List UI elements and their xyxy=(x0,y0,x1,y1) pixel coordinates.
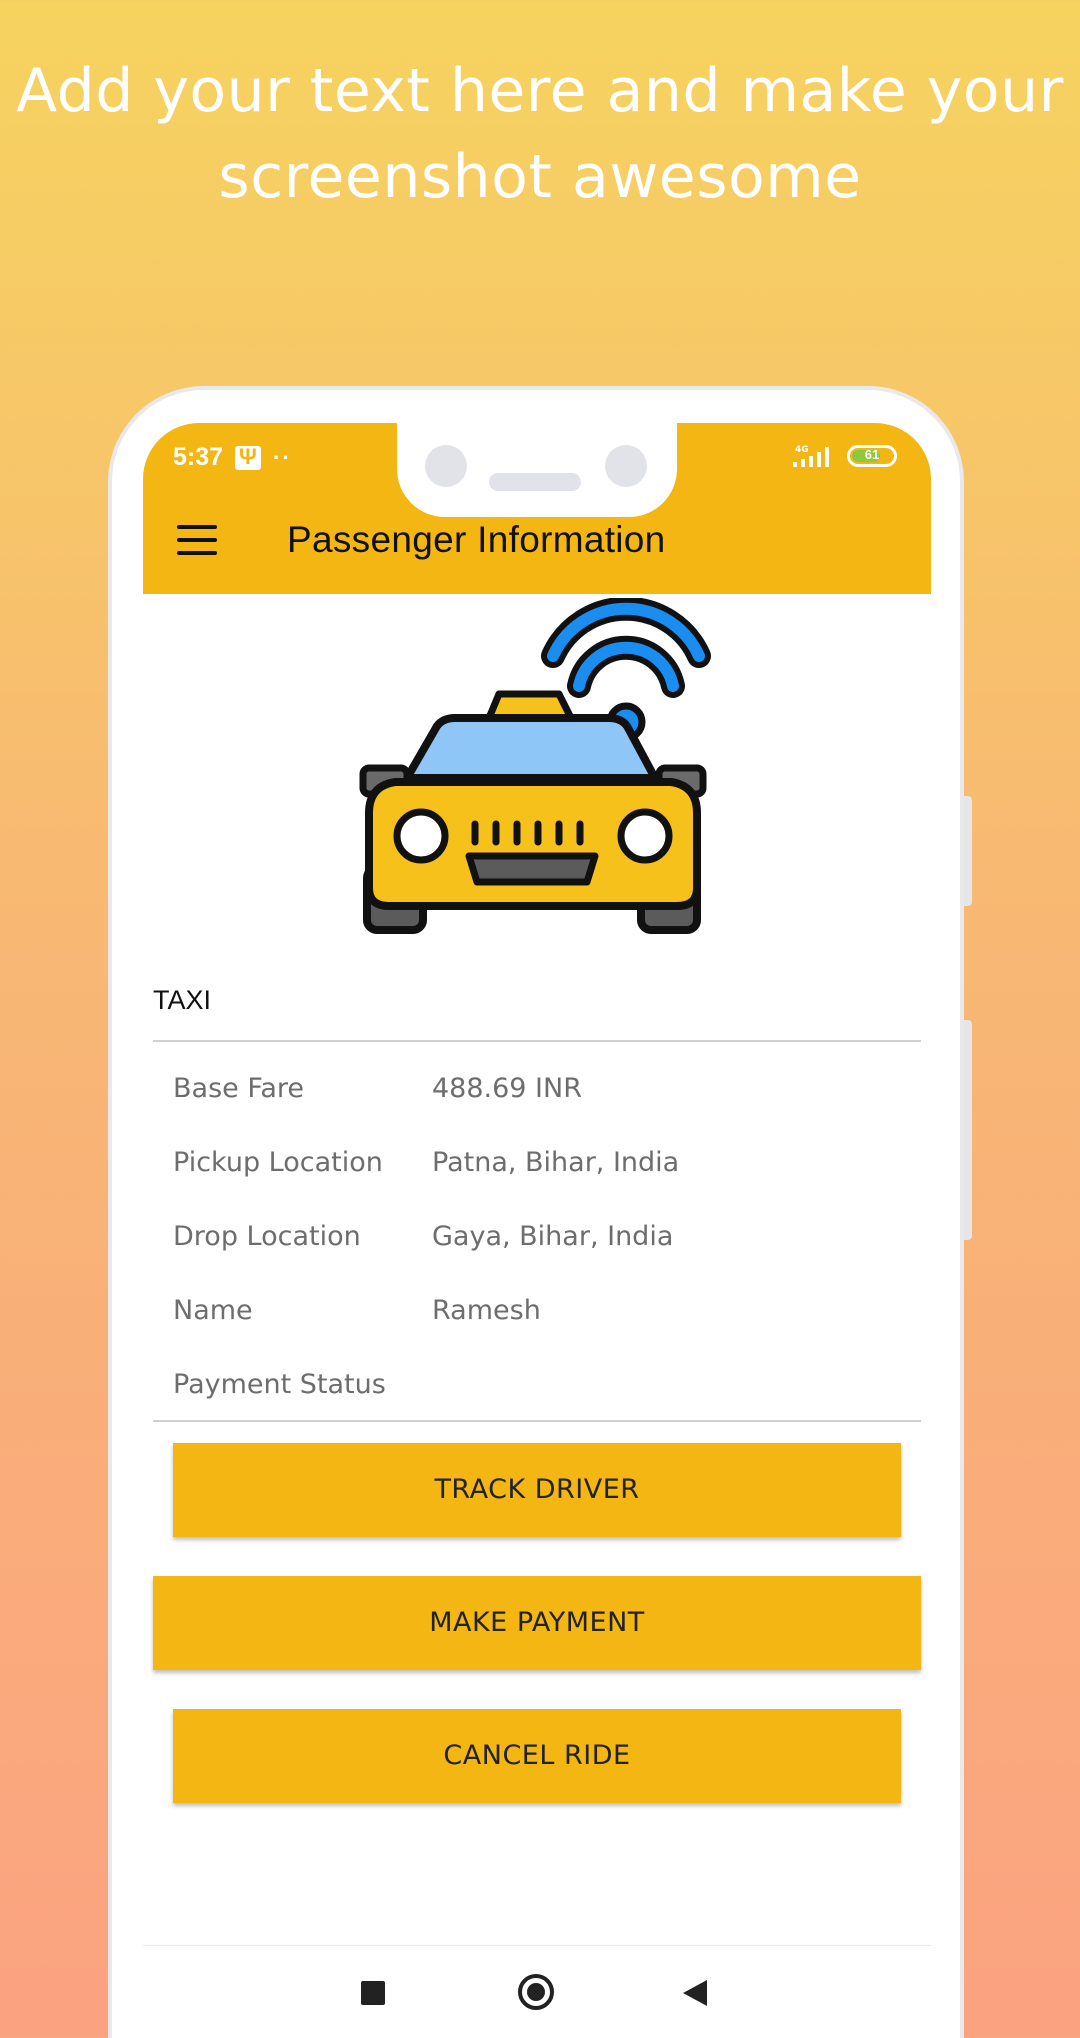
info-label: Payment Status xyxy=(173,1369,386,1400)
status-bar-left: 5:37 ·· xyxy=(173,443,292,472)
signal-icon: 4G xyxy=(793,445,829,467)
info-value: Patna, Bihar, India xyxy=(432,1147,680,1178)
info-value: 488.69 INR xyxy=(432,1073,582,1104)
divider-top xyxy=(153,1040,921,1042)
info-label: Base Fare xyxy=(173,1073,305,1104)
earpiece-speaker xyxy=(489,473,581,491)
back-triangle-icon[interactable] xyxy=(683,1980,707,2006)
front-sensor-icon xyxy=(605,445,647,487)
notification-dots-icon: ·· xyxy=(273,444,292,470)
info-value: Ramesh xyxy=(432,1295,541,1326)
info-row-name: Name Ramesh xyxy=(173,1295,913,1345)
app-screen: 5:37 ·· 4G 61 Passenge xyxy=(143,423,931,2038)
service-type-label: TAXI xyxy=(153,985,212,1015)
divider-bottom xyxy=(153,1420,921,1422)
usb-icon xyxy=(235,444,262,470)
info-row-drop-location: Drop Location Gaya, Bihar, India xyxy=(173,1221,913,1271)
info-label: Name xyxy=(173,1295,253,1326)
app-bar: 5:37 ·· 4G 61 Passenge xyxy=(143,423,931,594)
info-row-payment-status: Payment Status xyxy=(173,1369,913,1419)
recents-square-icon[interactable] xyxy=(361,1981,385,2005)
battery-percent: 61 xyxy=(864,447,880,462)
phone-volume-button xyxy=(964,796,972,906)
promo-headline-line2: screenshot awesome xyxy=(218,142,862,212)
track-driver-button[interactable]: TRACK DRIVER xyxy=(173,1443,901,1537)
promo-headline-line1: Add your text here and make your xyxy=(16,56,1064,126)
make-payment-button[interactable]: MAKE PAYMENT xyxy=(153,1576,921,1670)
info-row-base-fare: Base Fare 488.69 INR xyxy=(173,1073,913,1123)
system-nav-bar xyxy=(143,1945,931,2038)
info-label: Pickup Location xyxy=(173,1147,383,1178)
page-title: Passenger Information xyxy=(287,519,666,560)
network-type-text: 4G xyxy=(795,445,809,455)
connected-taxi-icon xyxy=(359,598,711,934)
camera-notch xyxy=(397,423,677,517)
hamburger-menu-icon[interactable] xyxy=(177,525,217,555)
battery-icon: 61 xyxy=(847,445,897,467)
promo-headline: Add your text here and make your screens… xyxy=(0,48,1080,220)
cancel-ride-button[interactable]: CANCEL RIDE xyxy=(173,1709,901,1803)
status-bar-right: 4G 61 xyxy=(791,443,897,469)
front-camera-icon xyxy=(425,445,467,487)
info-row-pickup-location: Pickup Location Patna, Bihar, India xyxy=(173,1147,913,1197)
info-label: Drop Location xyxy=(173,1221,361,1252)
home-circle-icon[interactable] xyxy=(518,1974,554,2010)
info-value: Gaya, Bihar, India xyxy=(432,1221,674,1252)
status-time: 5:37 xyxy=(173,443,224,471)
phone-power-button xyxy=(964,1020,972,1240)
